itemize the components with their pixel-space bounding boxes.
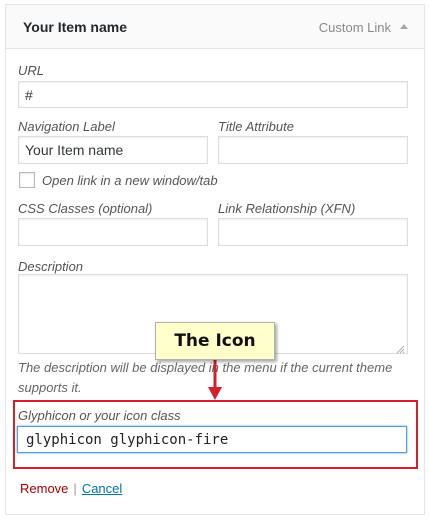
title-attribute-label: Title Attribute [218,119,294,134]
url-input[interactable]: # [18,81,408,108]
actions-separator: | [73,481,77,496]
resize-handle-icon[interactable] [395,341,405,359]
triangle-up-icon[interactable] [398,19,410,37]
icon-class-label: Glyphicon or your icon class [18,408,181,423]
url-label: URL [18,63,45,78]
open-new-window-label[interactable]: Open link in a new window/tab [42,173,218,188]
description-label: Description [18,259,84,274]
item-title: Your Item name [23,19,127,35]
title-attribute-input[interactable] [218,136,408,164]
remove-link[interactable]: Remove [20,481,68,496]
arrow-down-icon [208,360,222,400]
link-relationship-input[interactable] [218,218,408,246]
item-type: Custom Link [318,20,391,35]
navigation-label-input[interactable]: Your Item name [18,136,208,164]
cancel-link[interactable]: Cancel [82,481,122,496]
navigation-label-label: Navigation Label [18,119,115,134]
css-classes-label: CSS Classes (optional) [18,201,153,216]
callout-note: The Icon [155,322,275,360]
open-new-window-checkbox[interactable] [19,172,35,188]
css-classes-input[interactable] [18,218,208,246]
link-relationship-label: Link Relationship (XFN) [218,201,356,216]
icon-class-input[interactable]: glyphicon glyphicon-fire [17,426,407,453]
menu-item-header[interactable]: Your Item name Custom Link [6,5,424,49]
item-actions: Remove | Cancel [20,481,122,496]
